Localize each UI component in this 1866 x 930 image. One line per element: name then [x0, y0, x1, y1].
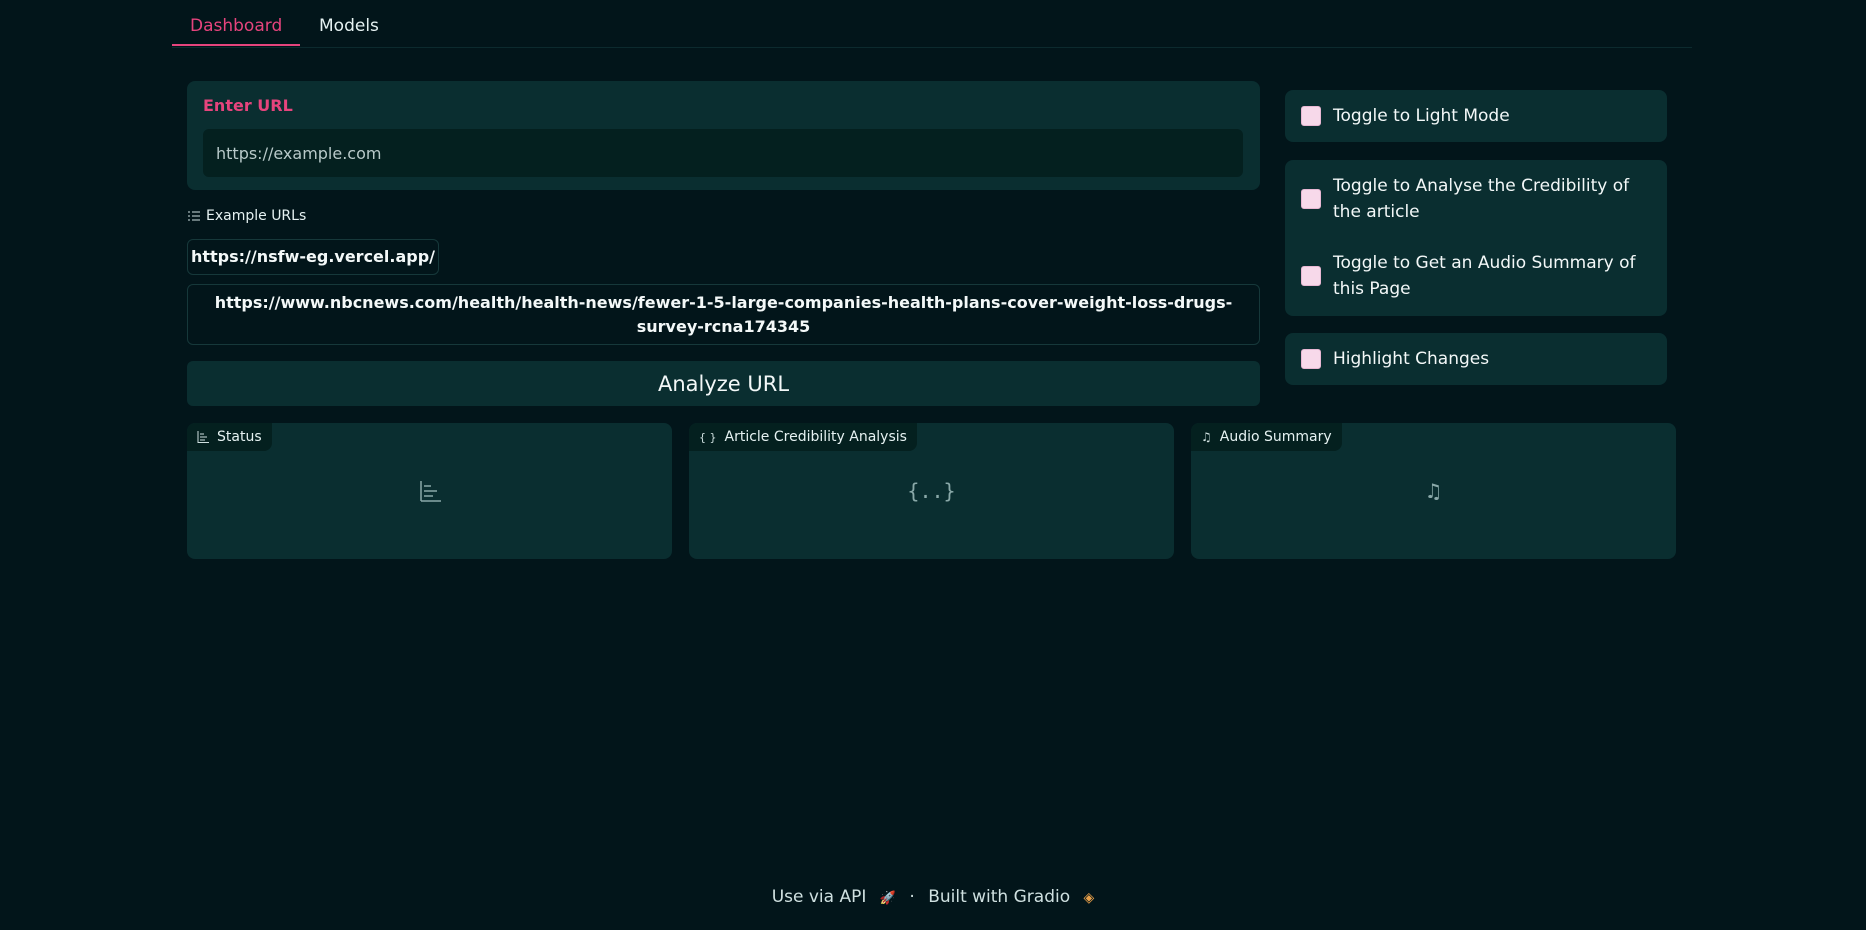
- list-icon: [188, 211, 200, 221]
- json-placeholder-icon: {..}: [907, 479, 956, 503]
- built-with-gradio-link[interactable]: Built with Gradio: [928, 887, 1070, 907]
- credibility-output: { } Article Credibility Analysis {..}: [689, 423, 1174, 559]
- highlight-label: Highlight Changes: [1333, 349, 1490, 369]
- tab-bar: Dashboard Models: [172, 0, 1692, 48]
- tab-active-indicator: [172, 44, 300, 46]
- analyze-url-button[interactable]: Analyze URL: [187, 361, 1260, 406]
- highlight-toggle[interactable]: Highlight Changes: [1301, 346, 1489, 372]
- url-label: Enter URL: [203, 96, 293, 115]
- credibility-toggle[interactable]: Toggle to Analyse the Credibility of the…: [1301, 173, 1661, 225]
- chart-placeholder-icon: [418, 479, 442, 508]
- status-output: Status: [187, 423, 672, 559]
- audio-toggle[interactable]: Toggle to Get an Audio Summary of this P…: [1301, 250, 1661, 302]
- credibility-output-label-text: Article Credibility Analysis: [724, 429, 907, 445]
- examples-header: Example URLs: [188, 208, 306, 224]
- music-placeholder-icon: ♫: [1424, 479, 1443, 503]
- credibility-output-label: { } Article Credibility Analysis: [689, 423, 917, 451]
- status-label-text: Status: [217, 429, 262, 445]
- credibility-label: Toggle to Analyse the Credibility of the…: [1333, 176, 1630, 222]
- audio-checkbox[interactable]: [1301, 266, 1321, 286]
- music-note-icon: ♫: [1201, 430, 1212, 444]
- light-mode-toggle[interactable]: Toggle to Light Mode: [1301, 103, 1510, 129]
- example-url-2[interactable]: https://www.nbcnews.com/health/health-ne…: [187, 284, 1260, 345]
- tab-dashboard[interactable]: Dashboard: [190, 16, 282, 36]
- example-url-1[interactable]: https://nsfw-eg.vercel.app/: [187, 239, 439, 275]
- highlight-checkbox[interactable]: [1301, 349, 1321, 369]
- rocket-icon: 🚀: [879, 891, 896, 906]
- status-label: Status: [187, 423, 272, 451]
- url-input[interactable]: [203, 129, 1243, 177]
- footer: Use via API 🚀 · Built with Gradio ◈: [0, 887, 1866, 907]
- gradio-logo-icon: ◈: [1083, 890, 1095, 906]
- chart-icon: [197, 431, 209, 443]
- light-mode-checkbox[interactable]: [1301, 106, 1321, 126]
- footer-separator: ·: [909, 887, 915, 907]
- audio-label: Toggle to Get an Audio Summary of this P…: [1333, 253, 1636, 299]
- audio-output-label-text: Audio Summary: [1219, 429, 1332, 445]
- examples-header-label: Example URLs: [206, 208, 307, 224]
- tab-models[interactable]: Models: [319, 16, 379, 36]
- light-mode-label: Toggle to Light Mode: [1333, 106, 1510, 126]
- audio-output: ♫ Audio Summary ♫: [1191, 423, 1676, 559]
- url-panel: Enter URL: [187, 81, 1260, 190]
- audio-output-label: ♫ Audio Summary: [1191, 423, 1342, 451]
- credibility-checkbox[interactable]: [1301, 189, 1321, 209]
- use-via-api-link[interactable]: Use via API: [772, 887, 867, 907]
- json-icon: { }: [699, 430, 717, 444]
